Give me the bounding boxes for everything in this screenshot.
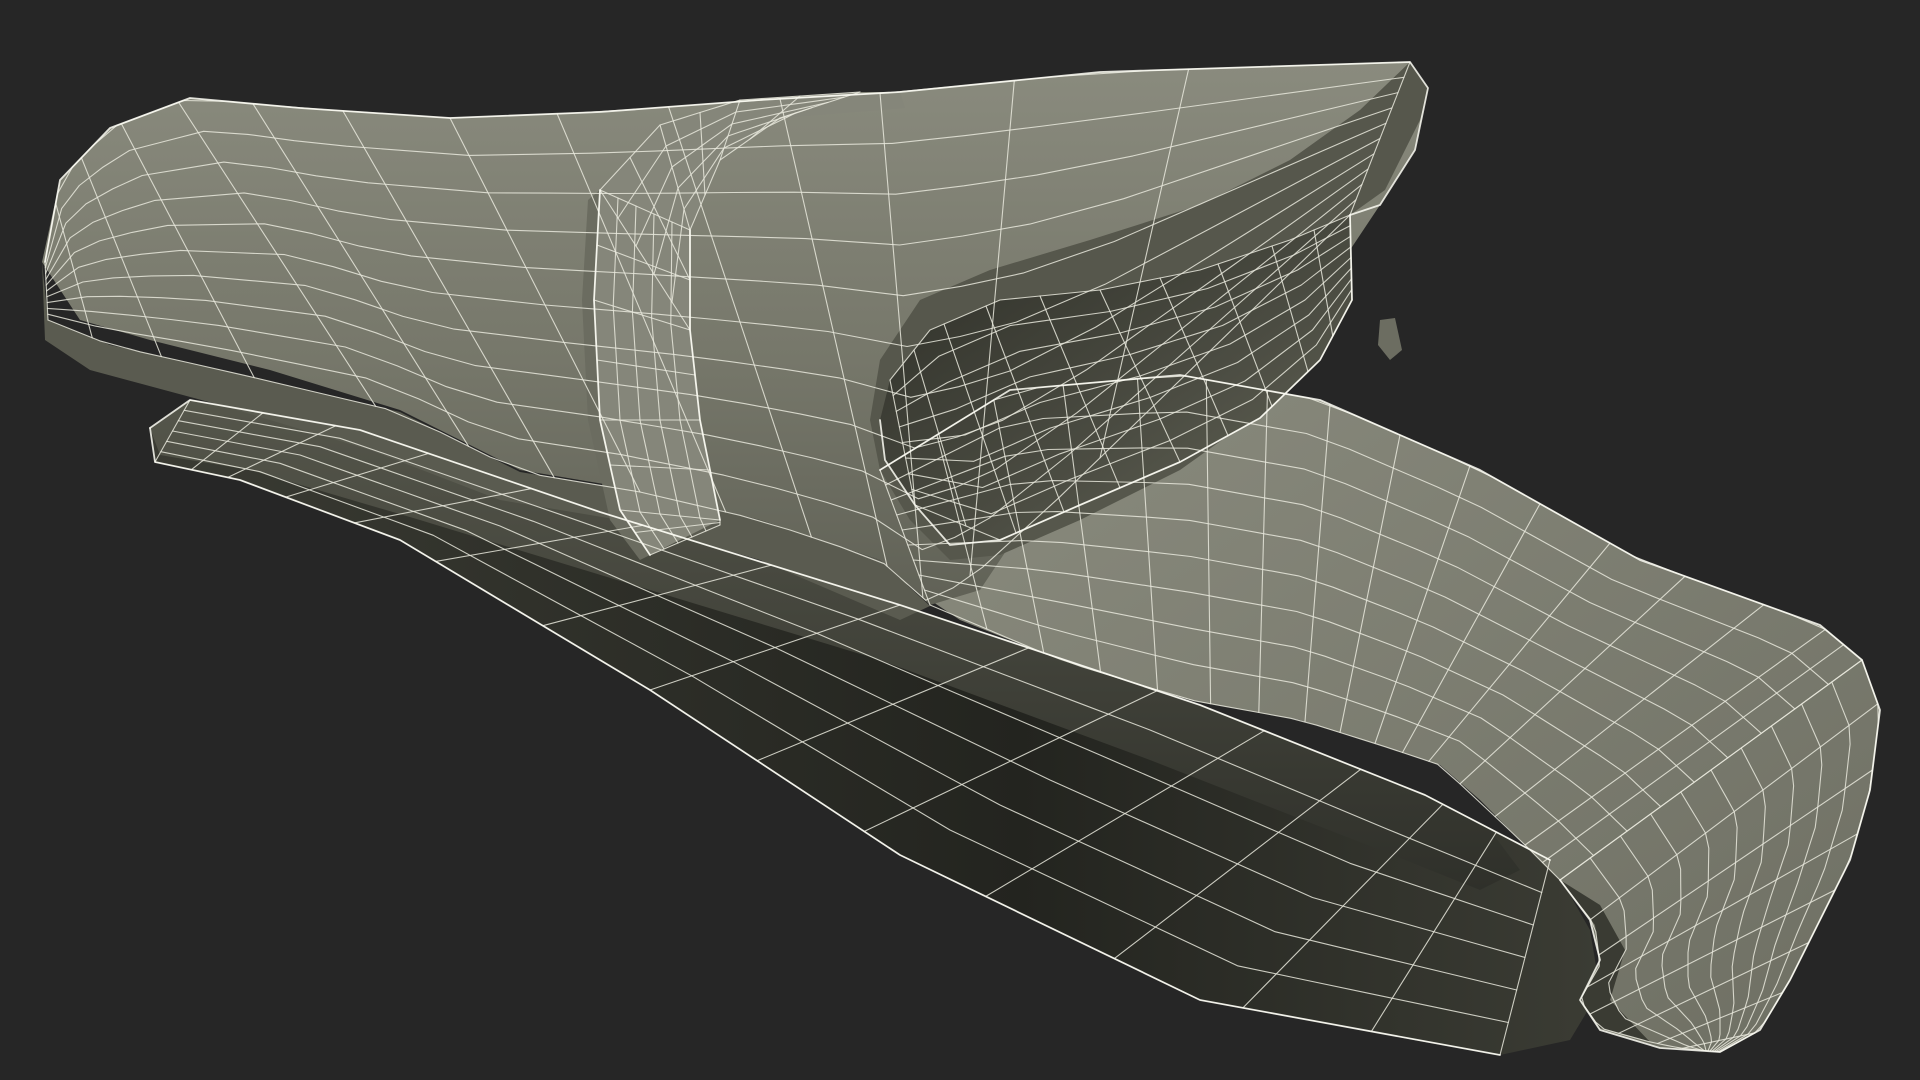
holster-wireframe-render: [42, 61, 1881, 1056]
render-viewport: [0, 0, 1920, 1080]
